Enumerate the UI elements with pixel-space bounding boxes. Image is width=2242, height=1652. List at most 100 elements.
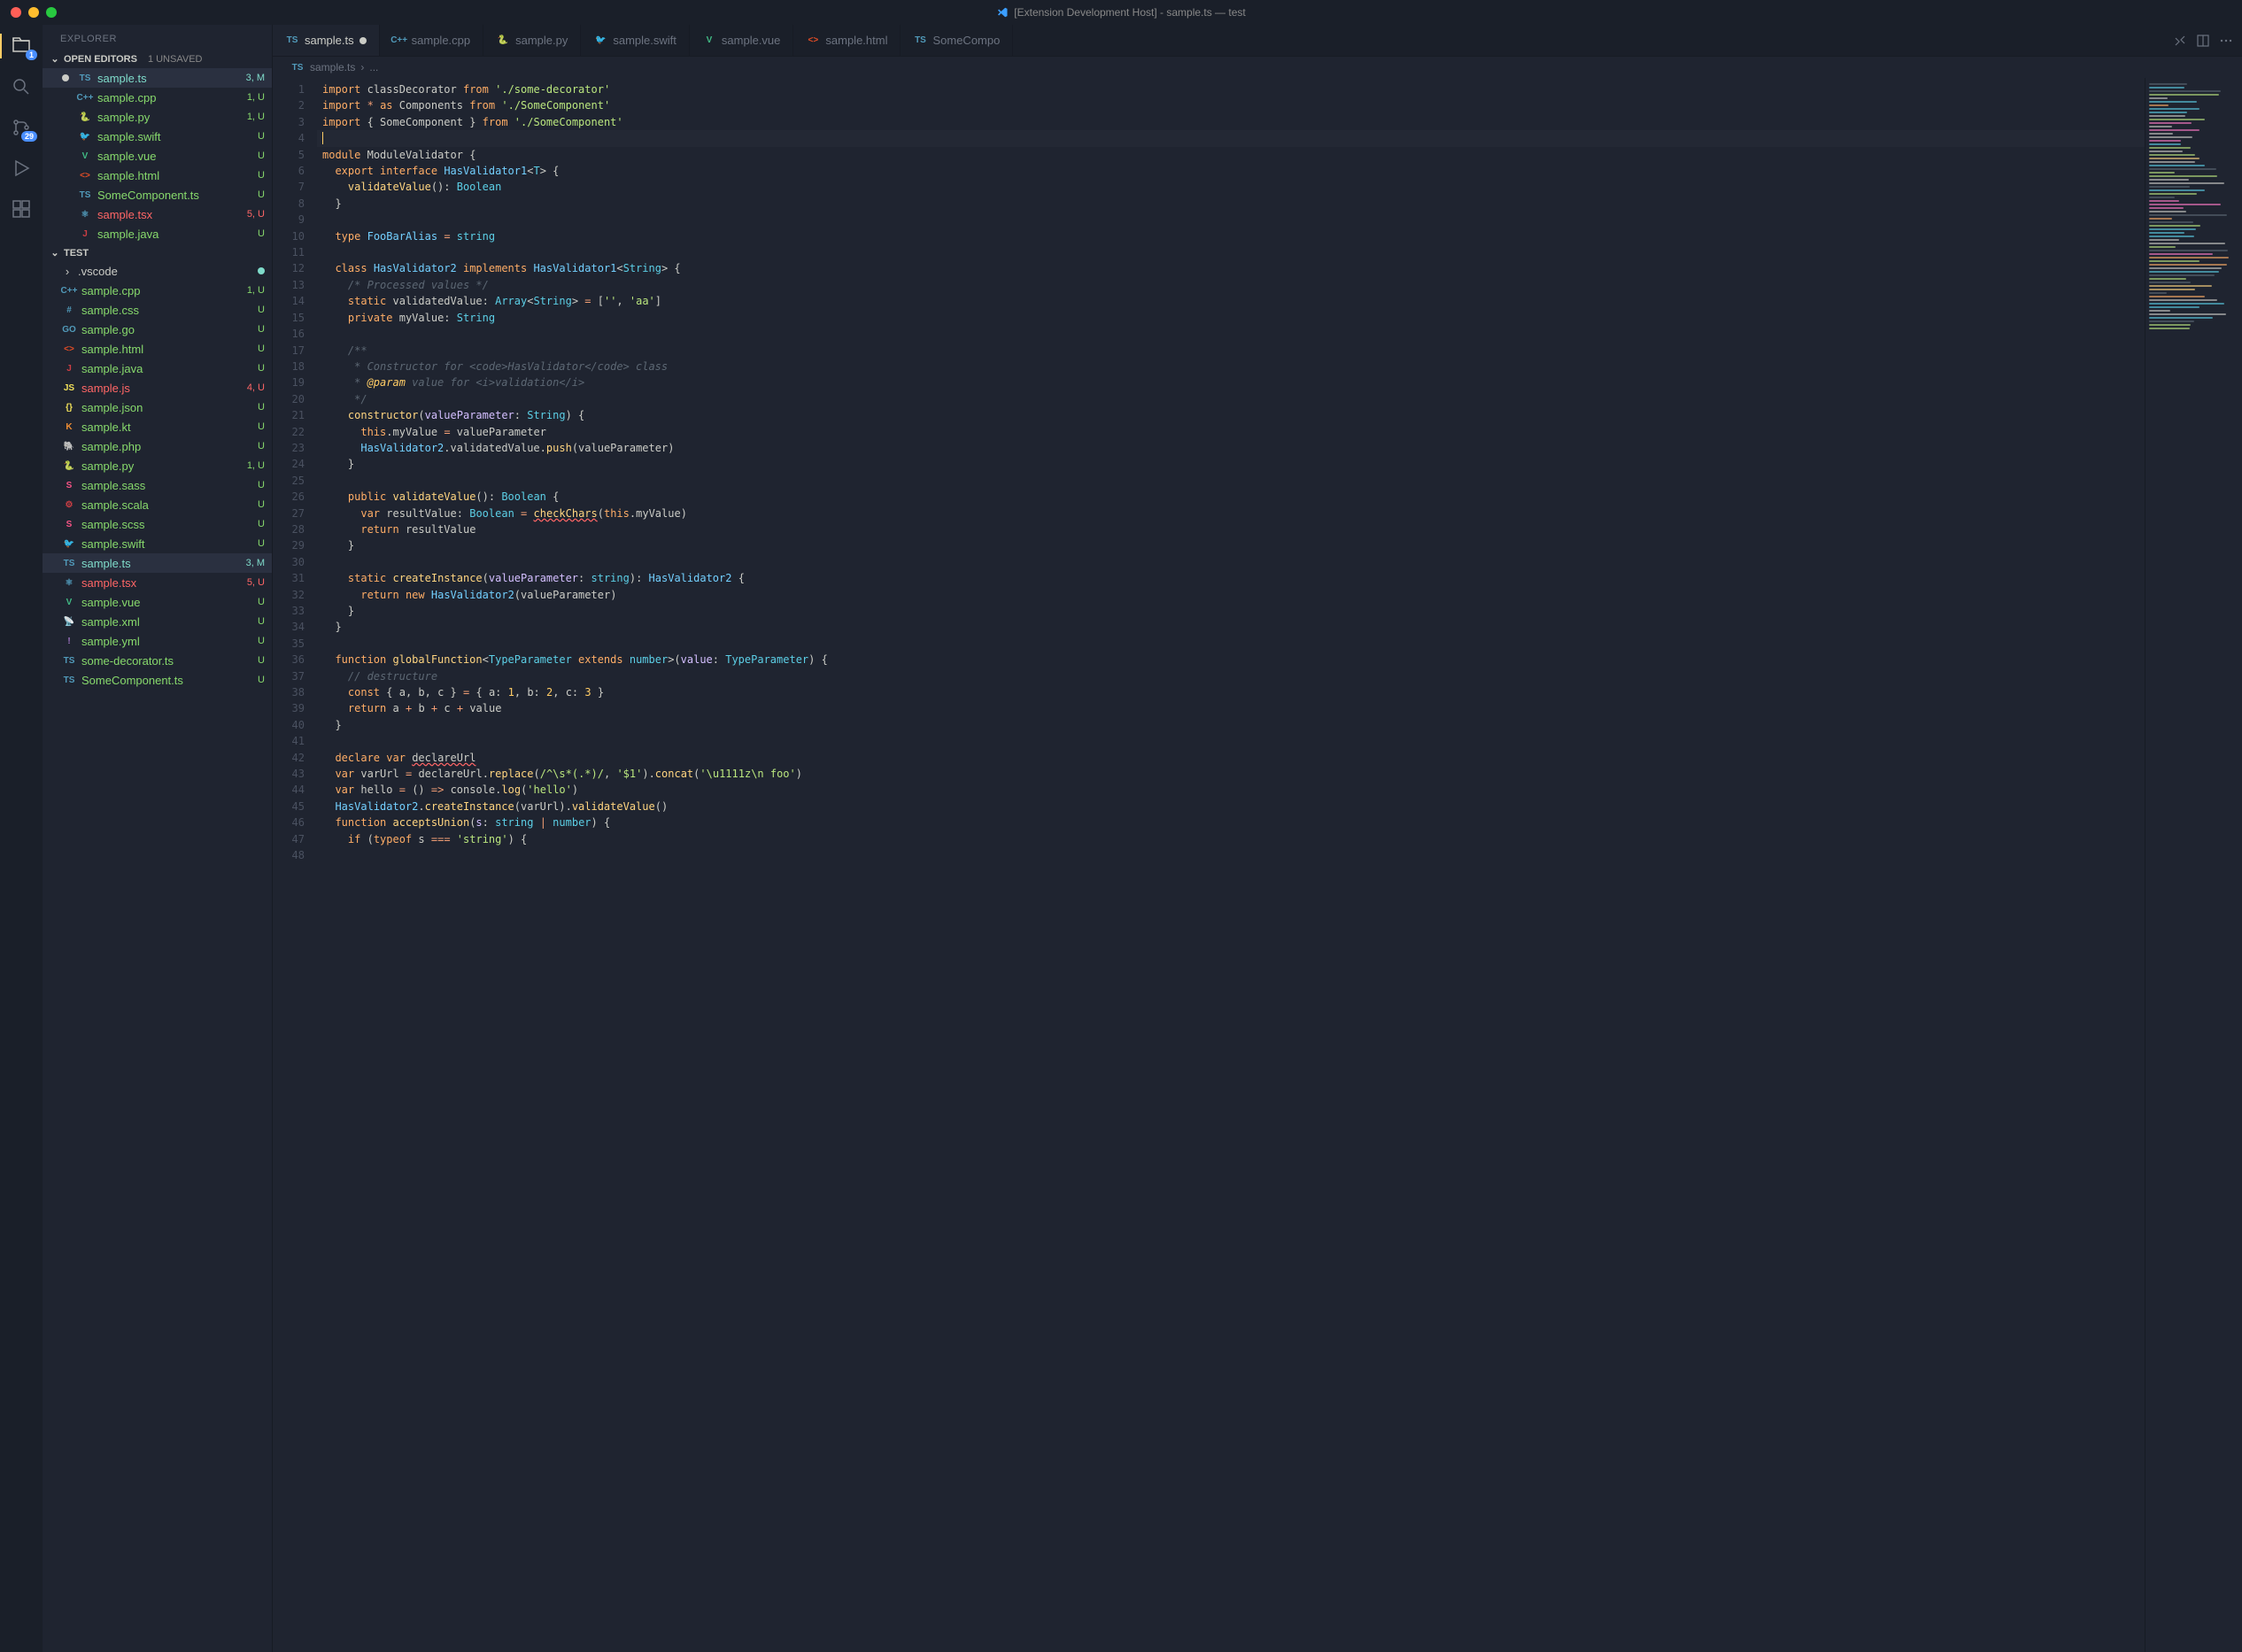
tab-sample.ts[interactable]: TS sample.ts	[273, 25, 380, 56]
activity-search[interactable]	[9, 74, 34, 99]
code-line[interactable]	[317, 130, 2145, 146]
minimize-icon[interactable]	[28, 7, 39, 18]
tab-sample.cpp[interactable]: C++ sample.cpp	[380, 25, 483, 56]
code-line[interactable]: var hello = () => console.log('hello')	[317, 782, 2145, 798]
tab-sample.swift[interactable]: 🐦 sample.swift	[581, 25, 690, 56]
tab-SomeCompo[interactable]: TS SomeCompo	[901, 25, 1013, 56]
tab-sample.vue[interactable]: V sample.vue	[690, 25, 793, 56]
open-editor-item[interactable]: TS SomeComponent.ts U	[43, 185, 272, 205]
code-line[interactable]: * @param value for <i>validation</i>	[317, 374, 2145, 390]
code-line[interactable]: static createInstance(valueParameter: st…	[317, 570, 2145, 586]
activity-explorer[interactable]: 1	[9, 34, 34, 58]
code-line[interactable]	[317, 244, 2145, 260]
file-item[interactable]: <> sample.html U	[43, 339, 272, 359]
code-line[interactable]: static validatedValue: Array<String> = […	[317, 293, 2145, 309]
code-line[interactable]	[317, 554, 2145, 570]
code[interactable]: import classDecorator from './some-decor…	[317, 78, 2145, 1652]
section-open-editors[interactable]: ⌄ OPEN EDITORS 1 UNSAVED	[43, 50, 272, 68]
code-line[interactable]: }	[317, 537, 2145, 553]
code-line[interactable]: return new HasValidator2(valueParameter)	[317, 587, 2145, 603]
activity-extensions[interactable]	[9, 197, 34, 221]
open-editor-item[interactable]: 🐦 sample.swift U	[43, 127, 272, 146]
code-line[interactable]	[317, 847, 2145, 863]
file-item[interactable]: S sample.sass U	[43, 475, 272, 495]
code-line[interactable]: * Constructor for <code>HasValidator</co…	[317, 359, 2145, 374]
file-item[interactable]: ⚙ sample.scala U	[43, 495, 272, 514]
code-line[interactable]	[317, 326, 2145, 342]
more-icon[interactable]	[2219, 34, 2233, 48]
section-workspace[interactable]: ⌄ TEST	[43, 243, 272, 262]
file-item[interactable]: 🐦 sample.swift U	[43, 534, 272, 553]
code-line[interactable]: import { SomeComponent } from './SomeCom…	[317, 114, 2145, 130]
code-line[interactable]: HasValidator2.createInstance(varUrl).val…	[317, 799, 2145, 814]
code-line[interactable]: }	[317, 717, 2145, 733]
code-line[interactable]: HasValidator2.validatedValue.push(valueP…	[317, 440, 2145, 456]
code-line[interactable]: }	[317, 603, 2145, 619]
code-line[interactable]: if (typeof s === 'string') {	[317, 831, 2145, 847]
code-line[interactable]	[317, 473, 2145, 489]
file-item[interactable]: K sample.kt U	[43, 417, 272, 436]
file-item[interactable]: TS SomeComponent.ts U	[43, 670, 272, 690]
code-line[interactable]: constructor(valueParameter: String) {	[317, 407, 2145, 423]
open-editor-item[interactable]: C++ sample.cpp 1, U	[43, 88, 272, 107]
file-item[interactable]: TS sample.ts 3, M	[43, 553, 272, 573]
code-line[interactable]: // destructure	[317, 668, 2145, 684]
code-line[interactable]: import classDecorator from './some-decor…	[317, 81, 2145, 97]
close-icon[interactable]	[11, 7, 21, 18]
compare-icon[interactable]	[2173, 34, 2187, 48]
file-item[interactable]: {} sample.json U	[43, 398, 272, 417]
code-line[interactable]: class HasValidator2 implements HasValida…	[317, 260, 2145, 276]
file-item[interactable]: S sample.scss U	[43, 514, 272, 534]
file-item[interactable]: # sample.css U	[43, 300, 272, 320]
code-line[interactable]: export interface HasValidator1<T> {	[317, 163, 2145, 179]
code-line[interactable]	[317, 636, 2145, 652]
open-editor-item[interactable]: <> sample.html U	[43, 166, 272, 185]
file-item[interactable]: ⚛ sample.tsx 5, U	[43, 573, 272, 592]
code-line[interactable]: }	[317, 196, 2145, 212]
open-editor-item[interactable]: J sample.java U	[43, 224, 272, 243]
file-item[interactable]: JS sample.js 4, U	[43, 378, 272, 398]
file-item[interactable]: GO sample.go U	[43, 320, 272, 339]
code-line[interactable]: /**	[317, 343, 2145, 359]
file-item[interactable]: 📡 sample.xml U	[43, 612, 272, 631]
file-item[interactable]: TS some-decorator.ts U	[43, 651, 272, 670]
code-line[interactable]: }	[317, 619, 2145, 635]
code-line[interactable]: private myValue: String	[317, 310, 2145, 326]
code-line[interactable]: return a + b + c + value	[317, 700, 2145, 716]
code-line[interactable]: return resultValue	[317, 521, 2145, 537]
open-editor-item[interactable]: TS sample.ts 3, M	[43, 68, 272, 88]
file-item[interactable]: C++ sample.cpp 1, U	[43, 281, 272, 300]
code-line[interactable]: var varUrl = declareUrl.replace(/^\s*(.*…	[317, 766, 2145, 782]
code-line[interactable]: validateValue(): Boolean	[317, 179, 2145, 195]
code-line[interactable]: }	[317, 456, 2145, 472]
code-line[interactable]	[317, 212, 2145, 228]
open-editor-item[interactable]: ⚛ sample.tsx 5, U	[43, 205, 272, 224]
code-line[interactable]: this.myValue = valueParameter	[317, 424, 2145, 440]
code-line[interactable]: public validateValue(): Boolean {	[317, 489, 2145, 505]
file-item[interactable]: 🐘 sample.php U	[43, 436, 272, 456]
code-line[interactable]: const { a, b, c } = { a: 1, b: 2, c: 3 }	[317, 684, 2145, 700]
code-line[interactable]: var resultValue: Boolean = checkChars(th…	[317, 506, 2145, 521]
tab-sample.html[interactable]: <> sample.html	[793, 25, 901, 56]
activity-debug[interactable]	[9, 156, 34, 181]
file-item[interactable]: ! sample.yml U	[43, 631, 272, 651]
maximize-icon[interactable]	[46, 7, 57, 18]
code-line[interactable]: /* Processed values */	[317, 277, 2145, 293]
code-line[interactable]: module ModuleValidator {	[317, 147, 2145, 163]
file-item[interactable]: V sample.vue U	[43, 592, 272, 612]
code-line[interactable]: import * as Components from './SomeCompo…	[317, 97, 2145, 113]
code-line[interactable]	[317, 733, 2145, 749]
open-editor-item[interactable]: 🐍 sample.py 1, U	[43, 107, 272, 127]
editor-body[interactable]: 1234567891011121314151617181920212223242…	[273, 78, 2242, 1652]
tab-sample.py[interactable]: 🐍 sample.py	[483, 25, 581, 56]
code-line[interactable]: function acceptsUnion(s: string | number…	[317, 814, 2145, 830]
activity-scm[interactable]: 29	[9, 115, 34, 140]
breadcrumb[interactable]: TS sample.ts › ...	[273, 57, 2242, 78]
file-item[interactable]: › .vscode	[43, 262, 272, 281]
file-item[interactable]: 🐍 sample.py 1, U	[43, 456, 272, 475]
code-line[interactable]: function globalFunction<TypeParameter ex…	[317, 652, 2145, 668]
open-editor-item[interactable]: V sample.vue U	[43, 146, 272, 166]
code-line[interactable]: */	[317, 391, 2145, 407]
code-line[interactable]: type FooBarAlias = string	[317, 228, 2145, 244]
code-line[interactable]: declare var declareUrl	[317, 750, 2145, 766]
